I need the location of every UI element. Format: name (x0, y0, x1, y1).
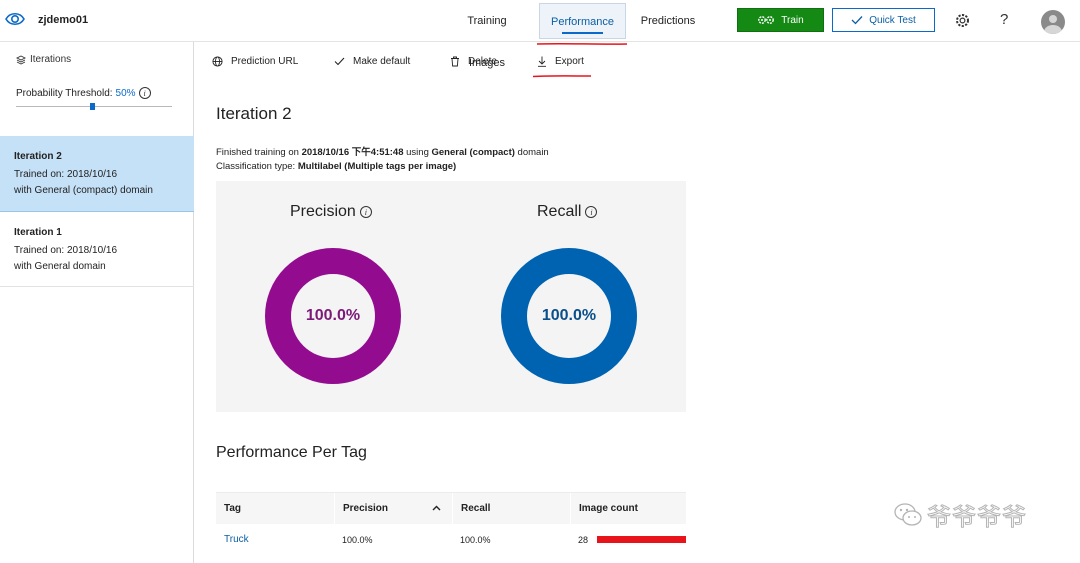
gears-icon (758, 16, 775, 24)
iteration-title: Iteration 1 (14, 227, 62, 238)
info-icon[interactable]: i (359, 206, 372, 218)
recall-heading: Recall i (537, 203, 598, 221)
prediction-url-label: Prediction URL (231, 55, 299, 67)
precision-donut: 100.0% (265, 248, 401, 384)
page-title: Iteration 2 (216, 104, 292, 123)
training-summary: Finished training on 2018/10/16 下午4:51:4… (216, 146, 549, 174)
settings-gear-icon[interactable] (954, 12, 971, 29)
precision-label: Precision (290, 203, 356, 220)
recall-label: Recall (537, 203, 582, 220)
metrics-panel: Precision i Recall i 100.0% 100.0% (216, 181, 686, 412)
iterations-label: Iterations (30, 54, 72, 65)
iteration-item-2[interactable]: Iteration 2 Trained on: 2018/10/16 with … (0, 136, 194, 212)
quick-test-label: Quick Test (869, 14, 916, 26)
tag-recall: 100.0% (460, 535, 491, 545)
tag-image-count: 28 (578, 535, 589, 545)
iterations-header: Iterations (16, 54, 71, 65)
sort-ascending-icon[interactable] (432, 505, 441, 511)
tag-link[interactable]: Truck (216, 526, 249, 554)
iteration-trained-date: Trained on: 2018/10/16 (14, 245, 118, 256)
info-icon[interactable]: i (585, 206, 598, 218)
quick-test-button[interactable]: Quick Test (832, 8, 935, 32)
avatar-head (1049, 15, 1057, 23)
eye-logo-icon[interactable] (5, 9, 25, 29)
table-row: Truck 100.0% 100.0% 28 (216, 526, 686, 554)
finished-line: Finished training on 2018/10/16 下午4:51:4… (216, 147, 549, 158)
user-avatar[interactable] (1041, 10, 1065, 34)
probability-threshold: Probability Threshold: 50% i (16, 87, 151, 99)
threshold-value: 50% (115, 87, 136, 99)
iteration-domain: with General (compact) domain (14, 185, 153, 196)
delete-button[interactable]: Delete (450, 52, 497, 70)
red-annotation-underline (536, 42, 628, 45)
classification-line: Classification type: Multilabel (Multipl… (216, 161, 457, 172)
watermark-text: 爷爷爷爷 (927, 503, 1027, 532)
precision-value: 100.0% (305, 307, 361, 324)
tab-performance[interactable]: Performance (539, 3, 626, 39)
export-label: Export (555, 55, 584, 67)
tab-training-images[interactable]: Training Images (449, 0, 525, 69)
column-header-tag[interactable]: Tag (216, 493, 333, 525)
recall-value: 100.0% (541, 307, 597, 324)
iteration-trained-date: Trained on: 2018/10/16 (14, 169, 118, 180)
layers-icon (16, 54, 26, 65)
per-tag-title: Performance Per Tag (216, 444, 367, 461)
active-tab-underline (562, 32, 603, 34)
threshold-label: Probability Threshold: (16, 87, 113, 99)
train-button[interactable]: Train (737, 8, 824, 32)
iteration-domain: with General domain (14, 261, 106, 272)
iteration-title: Iteration 2 (14, 151, 62, 162)
tab-performance-label: Performance (551, 16, 614, 28)
help-icon[interactable]: ? (1000, 11, 1008, 28)
checkmark-icon (851, 16, 863, 25)
make-default-button[interactable]: Make default (334, 52, 410, 70)
trash-icon (451, 56, 459, 66)
prediction-url-button[interactable]: Prediction URL (212, 52, 298, 70)
tab-predictions[interactable]: Predictions (638, 0, 698, 42)
recall-donut: 100.0% (501, 248, 637, 384)
image-count-bar (597, 536, 686, 543)
watermark: 爷爷爷爷 (893, 497, 1027, 532)
red-annotation-underline (532, 75, 592, 78)
export-button[interactable]: Export (537, 52, 584, 70)
download-icon (538, 56, 546, 67)
precision-heading: Precision i (290, 203, 372, 221)
table-header: Tag Precision Recall Image count (216, 492, 686, 525)
avatar-body (1044, 25, 1062, 34)
tag-precision: 100.0% (342, 535, 373, 545)
checkmark-icon (334, 57, 345, 65)
threshold-slider-handle[interactable] (90, 103, 95, 110)
column-header-recall[interactable]: Recall (452, 493, 569, 525)
top-bar: zjdemo01 Training Images Performance Pre… (0, 0, 1080, 69)
globe-icon (212, 55, 223, 67)
iterations-sidebar: Iterations Probability Threshold: 50% i … (0, 42, 194, 563)
make-default-label: Make default (353, 55, 411, 67)
iteration-item-1[interactable]: Iteration 1 Trained on: 2018/10/16 with … (0, 213, 194, 287)
wechat-icon (894, 502, 922, 526)
info-icon[interactable]: i (138, 87, 151, 99)
project-name[interactable]: zjdemo01 (38, 14, 88, 26)
column-header-image-count[interactable]: Image count (570, 493, 686, 525)
train-label: Train (781, 14, 804, 26)
delete-label: Delete (468, 55, 497, 67)
